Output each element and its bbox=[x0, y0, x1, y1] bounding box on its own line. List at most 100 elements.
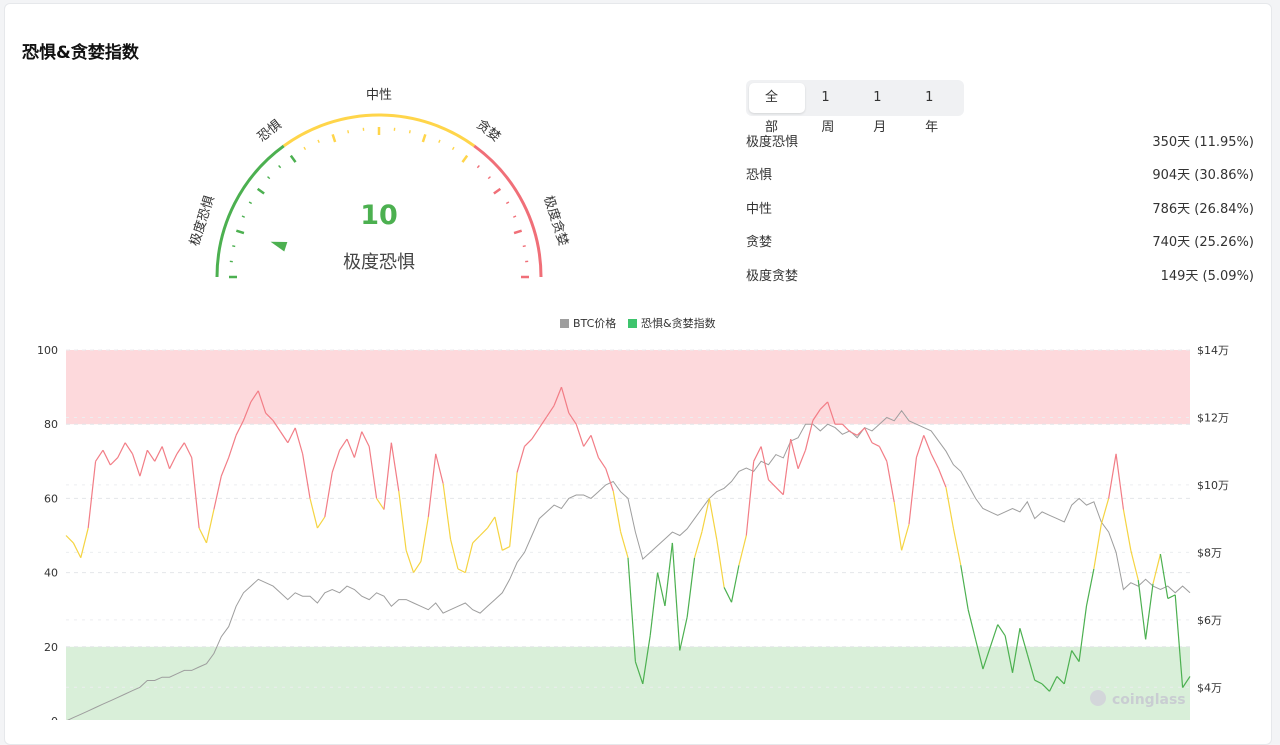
fear-greed-segment bbox=[332, 450, 339, 472]
fear-greed-segment bbox=[1094, 524, 1101, 569]
left-tick-label: 0 bbox=[51, 715, 58, 720]
fear-greed-segment bbox=[916, 435, 923, 457]
fear-greed-segment bbox=[1146, 584, 1153, 640]
fear-greed-segment bbox=[192, 458, 199, 528]
fear-greed-segment bbox=[465, 543, 472, 573]
fear-greed-segment bbox=[81, 528, 88, 558]
watermark: coinglass bbox=[1112, 692, 1186, 708]
fear-greed-segment bbox=[125, 443, 132, 454]
legend-label-index[interactable]: 恐惧&贪婪指数 bbox=[641, 316, 716, 330]
fear-greed-segment bbox=[761, 446, 768, 479]
fear-greed-segment bbox=[805, 420, 812, 450]
fear-greed-segment bbox=[1131, 550, 1138, 580]
sentiment-zones bbox=[66, 350, 1190, 720]
fear-greed-segment bbox=[621, 532, 628, 558]
fear-greed-segment bbox=[902, 524, 909, 550]
fear-greed-segment bbox=[480, 528, 487, 535]
fear-greed-segment bbox=[532, 428, 539, 439]
right-tick-label: $10万 bbox=[1197, 479, 1229, 492]
left-tick-label: 60 bbox=[44, 492, 58, 505]
fear-greed-segment bbox=[66, 536, 73, 543]
fear-greed-segment bbox=[606, 469, 613, 491]
fear-greed-segment bbox=[399, 491, 406, 550]
left-axis-ticks: 100806040200 bbox=[37, 344, 58, 720]
fear-greed-segment bbox=[1109, 454, 1116, 499]
fear-greed-segment bbox=[303, 454, 310, 499]
fear-greed-segment bbox=[791, 439, 798, 469]
fear-greed-segment bbox=[510, 472, 517, 546]
fear-greed-segment bbox=[1168, 595, 1175, 599]
fear-greed-segment bbox=[924, 435, 931, 454]
fear-greed-segment bbox=[680, 617, 687, 650]
fear-greed-segment bbox=[709, 498, 716, 539]
fear-greed-segment bbox=[140, 450, 147, 476]
fear-greed-segment bbox=[118, 443, 125, 458]
fear-greed-segment bbox=[184, 443, 191, 458]
fear-greed-segment bbox=[229, 435, 236, 457]
fear-greed-segment bbox=[650, 573, 657, 636]
fear-greed-segment bbox=[524, 439, 531, 446]
fear-greed-segment bbox=[377, 498, 384, 509]
fear-greed-segment bbox=[155, 446, 162, 461]
fear-greed-segment bbox=[754, 446, 761, 461]
fear-greed-segment bbox=[798, 450, 805, 469]
fear-greed-segment bbox=[443, 484, 450, 540]
fear-greed-segment bbox=[1116, 454, 1123, 510]
fear-greed-segment bbox=[1160, 554, 1167, 599]
fear-greed-segment bbox=[133, 454, 140, 476]
fear-greed-segment bbox=[1123, 510, 1130, 551]
fear-greed-segment bbox=[584, 435, 591, 446]
right-tick-label: $6万 bbox=[1197, 614, 1222, 627]
fear-greed-segment bbox=[931, 454, 938, 469]
fear-greed-segment bbox=[317, 517, 324, 528]
fear-greed-segment bbox=[576, 424, 583, 446]
fear-greed-segment bbox=[110, 458, 117, 465]
fear-greed-segment bbox=[953, 528, 960, 565]
fear-greed-segment bbox=[658, 573, 665, 606]
fear-greed-segment bbox=[909, 458, 916, 525]
fear-greed-segment bbox=[280, 432, 287, 443]
fear-greed-segment bbox=[502, 547, 509, 551]
fear-greed-segment bbox=[428, 454, 435, 517]
fear-greed-segment bbox=[894, 502, 901, 550]
fear-greed-segment bbox=[783, 439, 790, 495]
fear-greed-segment bbox=[391, 443, 398, 491]
fear-greed-segment bbox=[384, 443, 391, 510]
fear-greed-segment bbox=[354, 432, 361, 458]
fear-greed-segment bbox=[687, 558, 694, 617]
fear-greed-segment bbox=[340, 439, 347, 450]
fear-greed-segment bbox=[488, 517, 495, 528]
legend-swatch-btc[interactable] bbox=[560, 319, 569, 328]
fear-greed-segment bbox=[998, 625, 1005, 636]
right-tick-label: $8万 bbox=[1197, 546, 1222, 559]
legend-label-btc[interactable]: BTC价格 bbox=[573, 316, 616, 330]
fear-greed-segment bbox=[96, 450, 103, 461]
fear-greed-segment bbox=[517, 446, 524, 472]
legend-swatch-index[interactable] bbox=[628, 319, 637, 328]
fear-greed-segment bbox=[369, 446, 376, 498]
fear-greed-segment bbox=[221, 458, 228, 477]
fear-greed-segment bbox=[103, 450, 110, 465]
fear-greed-segment bbox=[451, 539, 458, 569]
right-tick-label: $4万 bbox=[1197, 681, 1222, 694]
fear-greed-segment bbox=[1138, 580, 1145, 639]
fear-greed-segment bbox=[672, 543, 679, 651]
fear-greed-segment bbox=[406, 550, 413, 572]
watermark-logo-icon bbox=[1090, 690, 1106, 706]
fear-greed-segment bbox=[695, 532, 702, 558]
fear-greed-segment bbox=[717, 539, 724, 587]
fear-greed-segment bbox=[613, 491, 620, 532]
fear-greed-segment bbox=[598, 458, 605, 469]
left-tick-label: 100 bbox=[37, 344, 58, 357]
fear-greed-segment bbox=[88, 461, 95, 528]
fear-greed-segment bbox=[177, 443, 184, 454]
fear-greed-segment bbox=[769, 480, 776, 487]
fear-greed-segment bbox=[147, 450, 154, 461]
fear-greed-segment bbox=[961, 565, 968, 610]
fear-zone bbox=[66, 647, 1190, 720]
right-tick-label: $12万 bbox=[1197, 411, 1229, 424]
fear-greed-segment bbox=[724, 587, 731, 602]
fear-greed-segment bbox=[199, 528, 206, 543]
right-tick-label: $14万 bbox=[1197, 344, 1229, 357]
fear-greed-segment bbox=[879, 446, 886, 461]
